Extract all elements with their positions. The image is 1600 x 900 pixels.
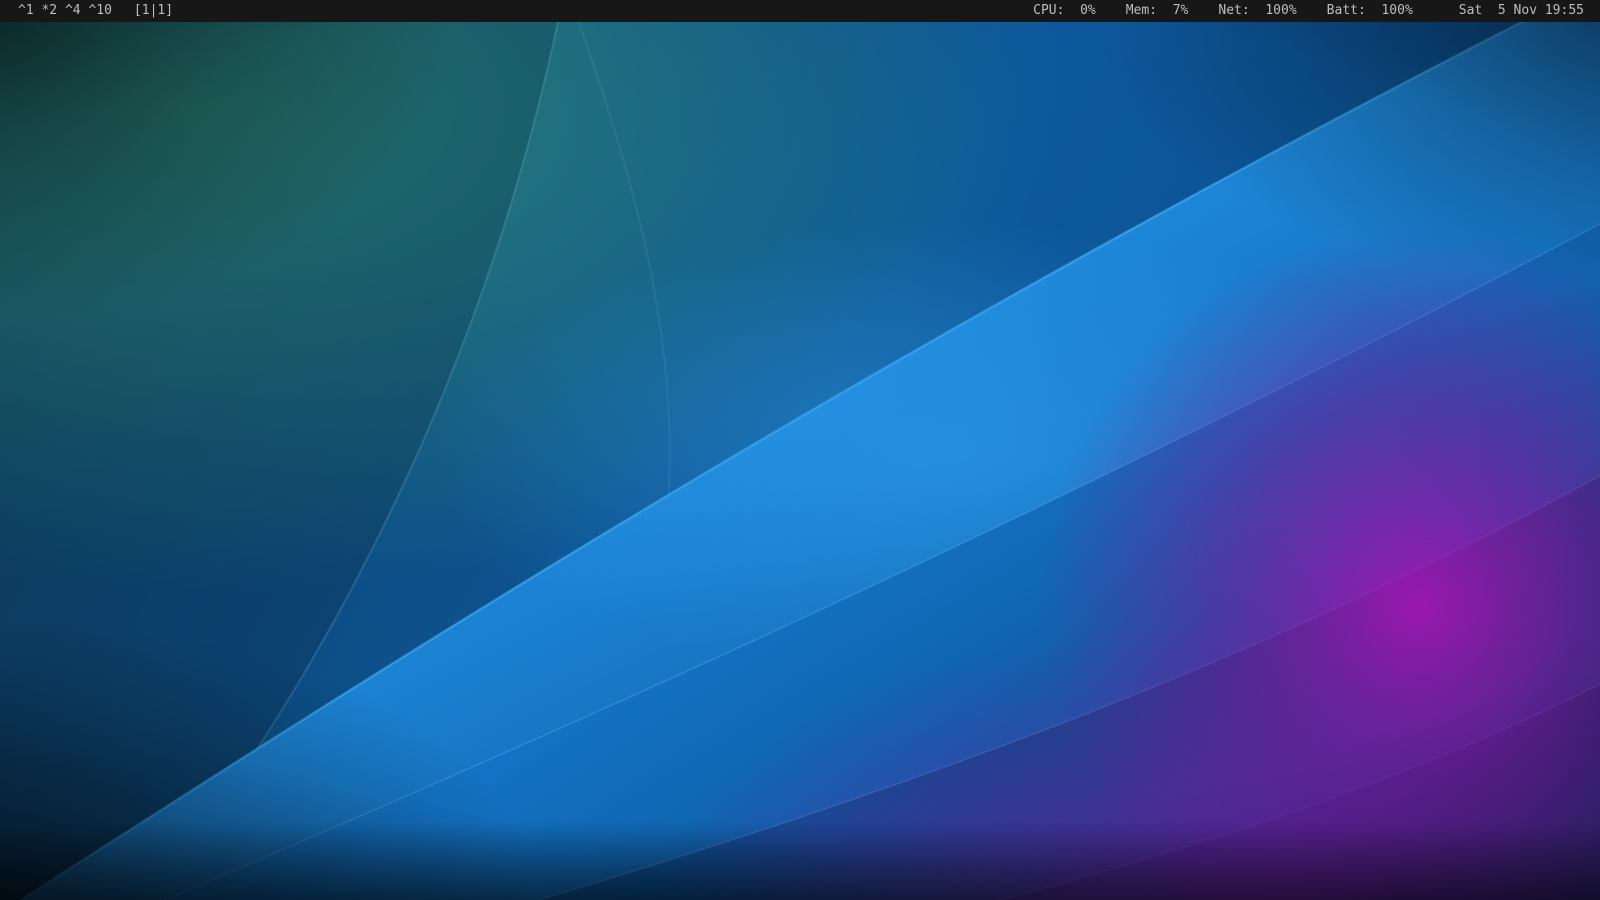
wallpaper-art	[0, 22, 1600, 900]
desktop-wallpaper	[0, 22, 1600, 900]
status-bar: ^1 *2 ^4 ^10 [1|1] CPU: 0% Mem: 7% Net: …	[0, 0, 1600, 22]
system-stats: CPU: 0% Mem: 7% Net: 100% Batt: 100% Sat…	[1033, 0, 1584, 22]
layout-indicator[interactable]: [1|1]	[134, 0, 173, 22]
mem-stat: Mem: 7%	[1125, 3, 1189, 18]
clock: Sat 5 Nov 19:55	[1458, 3, 1584, 18]
tag-indicators[interactable]: ^1 *2 ^4 ^10	[18, 0, 112, 22]
batt-stat: Batt: 100%	[1326, 3, 1413, 18]
cpu-stat: CPU: 0%	[1033, 3, 1096, 18]
workspace-area: ^1 *2 ^4 ^10 [1|1]	[18, 0, 173, 22]
net-stat: Net: 100%	[1218, 3, 1297, 18]
